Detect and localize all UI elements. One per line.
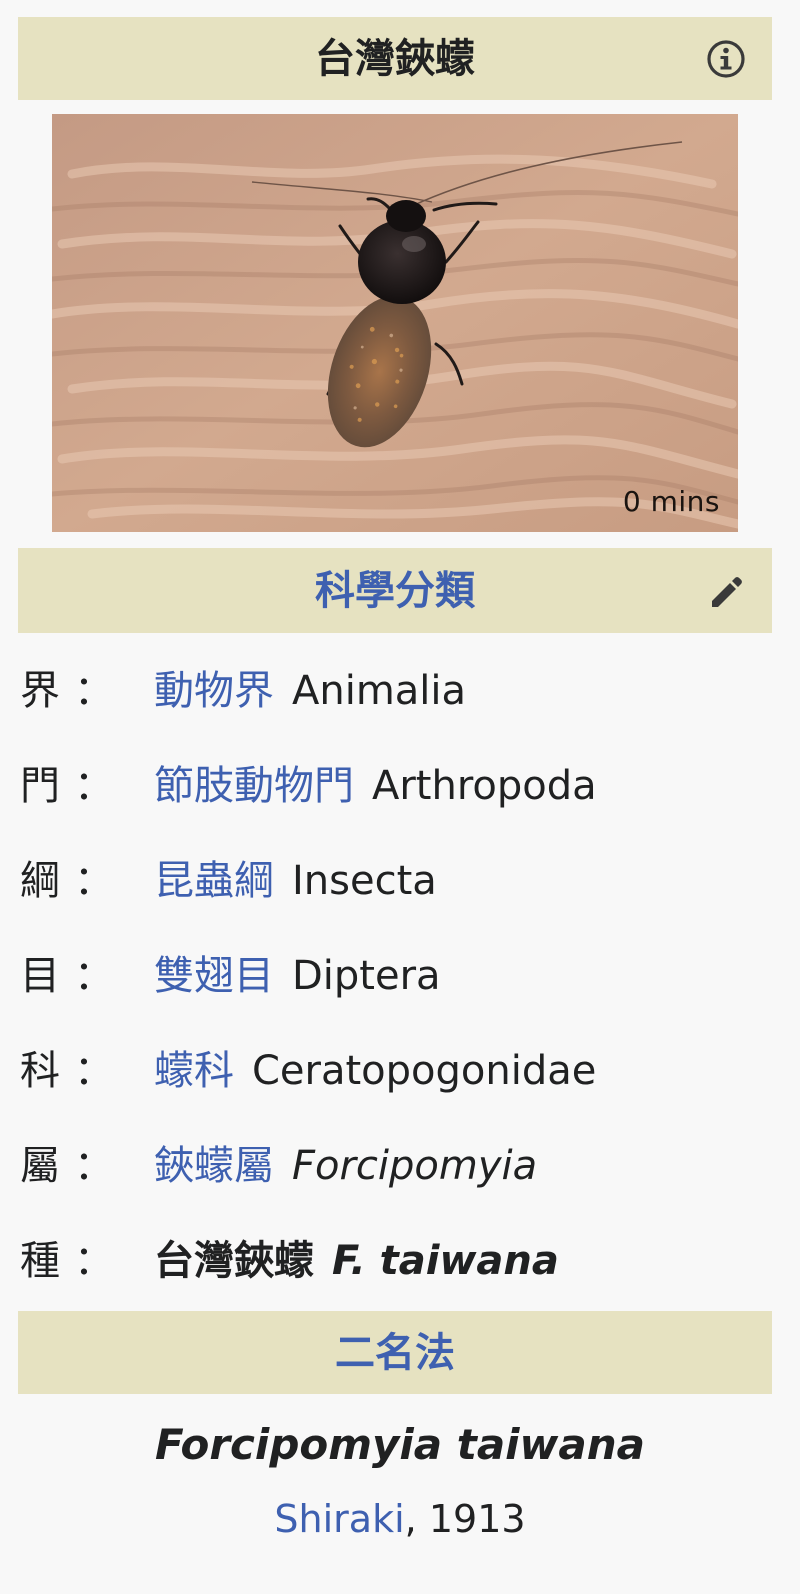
rank-row-family: 科： 蠓科 Ceratopogonidae: [0, 1037, 800, 1097]
rank-name: 門: [20, 763, 60, 809]
rank-label: 綱：: [20, 848, 130, 906]
taxon-species-name: 台灣鋏蠓: [154, 1238, 314, 1284]
classification-title-link[interactable]: 科學分類: [315, 571, 475, 611]
infobox-title: 台灣鋏蠓: [315, 35, 475, 82]
taxon-latin: F. taiwana: [332, 1238, 559, 1284]
taxon-link-genus[interactable]: 鋏蠓屬: [154, 1133, 274, 1191]
authority-year: 1913: [428, 1497, 526, 1541]
info-icon[interactable]: [706, 39, 746, 79]
rank-name: 屬: [20, 1143, 60, 1189]
taxon-value: 動物界 Animalia: [154, 658, 466, 716]
taxon-link-order[interactable]: 雙翅目: [154, 943, 274, 1001]
rank-name: 界: [20, 668, 60, 714]
binomial-header: 二名法: [18, 1311, 772, 1394]
image-caption: 0 mins: [622, 485, 720, 518]
taxon-link-phylum[interactable]: 節肢動物門: [154, 753, 354, 811]
rank-label: 屬：: [20, 1133, 130, 1191]
classification-header: 科學分類: [18, 548, 772, 633]
edit-pencil-icon[interactable]: [704, 569, 748, 613]
taxon-latin: Insecta: [292, 858, 437, 904]
rank-colon: ：: [74, 668, 114, 714]
rank-name: 綱: [20, 858, 60, 904]
taxon-link-class[interactable]: 昆蟲綱: [154, 848, 274, 906]
rank-colon: ：: [74, 1238, 114, 1284]
rank-row-order: 目： 雙翅目 Diptera: [0, 942, 800, 1002]
rank-colon: ：: [74, 1143, 114, 1189]
taxon-value: 蠓科 Ceratopogonidae: [154, 1038, 596, 1096]
rank-label: 門：: [20, 753, 130, 811]
rank-row-phylum: 門： 節肢動物門 Arthropoda: [0, 752, 800, 812]
binomial-title-link[interactable]: 二名法: [335, 1333, 455, 1373]
rank-label: 目：: [20, 943, 130, 1001]
rank-name: 目: [20, 953, 60, 999]
taxon-link-family[interactable]: 蠓科: [154, 1038, 234, 1096]
rank-colon: ：: [74, 858, 114, 904]
taxon-value: 雙翅目 Diptera: [154, 943, 441, 1001]
taxon-value: 鋏蠓屬 Forcipomyia: [154, 1133, 537, 1191]
taxon-latin: Diptera: [292, 953, 441, 999]
taxon-value: 昆蟲綱 Insecta: [154, 848, 437, 906]
rank-name: 科: [20, 1048, 60, 1094]
infobox-header: 台灣鋏蠓: [18, 17, 772, 100]
taxon-value: 節肢動物門 Arthropoda: [154, 753, 597, 811]
rank-label: 科：: [20, 1038, 130, 1096]
taxon-latin: Ceratopogonidae: [252, 1048, 597, 1094]
taxon-link-kingdom[interactable]: 動物界: [154, 658, 274, 716]
rank-row-species: 種： 台灣鋏蠓 F. taiwana: [0, 1227, 800, 1287]
taxon-latin: Arthropoda: [372, 763, 597, 809]
binomial-authority: Shiraki, 1913: [0, 1497, 800, 1541]
taxon-latin: Animalia: [292, 668, 467, 714]
taxon-latin: Forcipomyia: [292, 1143, 538, 1189]
binomial-name: Forcipomyia taiwana: [155, 1420, 645, 1469]
rank-name: 種: [20, 1238, 60, 1284]
authority-separator: ,: [404, 1497, 429, 1541]
specimen-photo[interactable]: 0 mins: [52, 114, 738, 532]
rank-label: 界：: [20, 658, 130, 716]
rank-label: 種：: [20, 1228, 130, 1286]
rank-colon: ：: [74, 953, 114, 999]
author-link[interactable]: Shiraki: [274, 1497, 404, 1541]
rank-colon: ：: [74, 763, 114, 809]
rank-row-genus: 屬： 鋏蠓屬 Forcipomyia: [0, 1132, 800, 1192]
taxobox: 台灣鋏蠓 0 mins 科學分類 界 ： 動物界 Animalia 門 ： 節肢…: [0, 0, 800, 1594]
rank-row-class: 綱： 昆蟲綱 Insecta: [0, 847, 800, 907]
taxon-value: 台灣鋏蠓 F. taiwana: [154, 1228, 559, 1286]
rank-row-kingdom: 界： 動物界 Animalia: [0, 657, 800, 717]
insect-image: [52, 114, 738, 532]
rank-colon: ：: [74, 1048, 114, 1094]
